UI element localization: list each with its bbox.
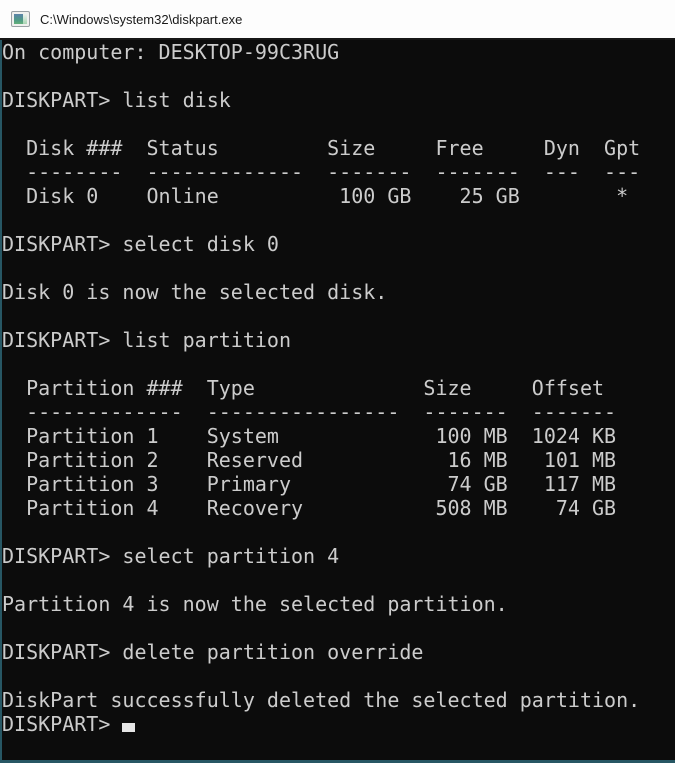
terminal-output: On computer: DESKTOP-99C3RUG DISKPART> l…: [2, 40, 675, 712]
diskpart-console-window: C:\Windows\system32\diskpart.exe On comp…: [0, 0, 675, 763]
terminal-screen[interactable]: On computer: DESKTOP-99C3RUG DISKPART> l…: [0, 40, 675, 763]
console-window-icon: [11, 11, 30, 27]
text-cursor: [122, 723, 135, 732]
title-bar[interactable]: C:\Windows\system32\diskpart.exe: [0, 0, 675, 40]
prompt-text: DISKPART>: [2, 712, 122, 736]
prompt-line: DISKPART>: [2, 712, 675, 736]
window-title: C:\Windows\system32\diskpart.exe: [40, 12, 242, 27]
